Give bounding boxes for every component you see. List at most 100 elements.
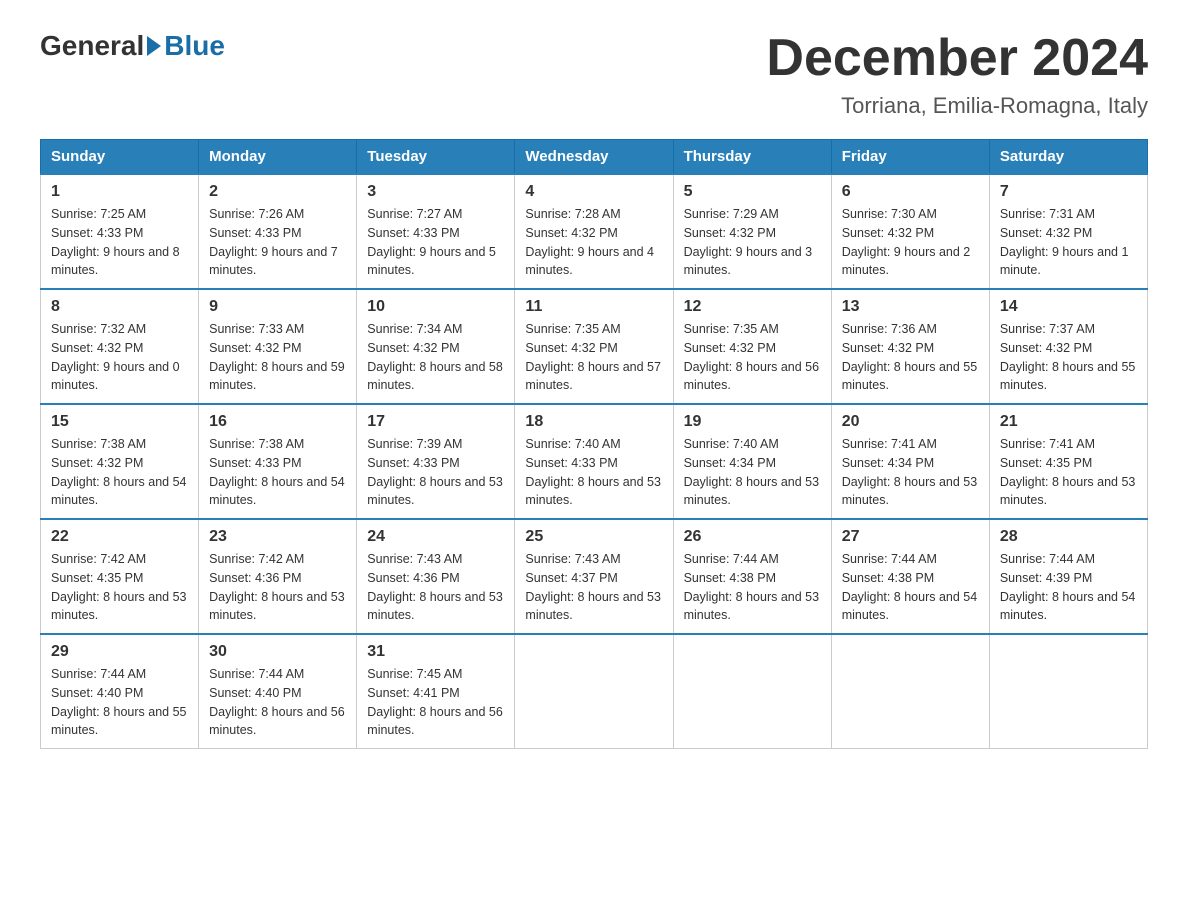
week-row-3: 15 Sunrise: 7:38 AMSunset: 4:32 PMDayligh… xyxy=(41,404,1148,519)
day-info: Sunrise: 7:35 AMSunset: 4:32 PMDaylight:… xyxy=(684,320,821,395)
calendar-cell xyxy=(989,634,1147,749)
day-number: 25 xyxy=(525,528,662,546)
calendar-cell: 20Sunrise: 7:41 AMSunset: 4:34 PMDayligh… xyxy=(831,404,989,519)
day-number: 29 xyxy=(51,643,188,661)
day-number: 19 xyxy=(684,413,821,431)
col-header-saturday: Saturday xyxy=(989,140,1147,175)
day-info: Sunrise: 7:37 AMSunset: 4:32 PMDaylight:… xyxy=(1000,320,1137,395)
calendar-cell: 7Sunrise: 7:31 AMSunset: 4:32 PMDaylight… xyxy=(989,174,1147,289)
calendar-cell: 13 Sunrise: 7:36 AMSunset: 4:32 PMDayligh… xyxy=(831,289,989,404)
calendar-cell: 16 Sunrise: 7:38 AMSunset: 4:33 PMDayligh… xyxy=(199,404,357,519)
day-number: 21 xyxy=(1000,413,1137,431)
logo-arrow-icon xyxy=(147,36,161,56)
calendar-cell: 19 Sunrise: 7:40 AMSunset: 4:34 PMDayligh… xyxy=(673,404,831,519)
calendar-cell: 4Sunrise: 7:28 AMSunset: 4:32 PMDaylight… xyxy=(515,174,673,289)
day-info: Sunrise: 7:26 AMSunset: 4:33 PMDaylight:… xyxy=(209,205,346,280)
day-info: Sunrise: 7:43 AMSunset: 4:36 PMDaylight:… xyxy=(367,550,504,625)
day-number: 5 xyxy=(684,183,821,201)
day-info: Sunrise: 7:44 AMSunset: 4:39 PMDaylight:… xyxy=(1000,550,1137,625)
day-number: 27 xyxy=(842,528,979,546)
day-info: Sunrise: 7:38 AMSunset: 4:32 PMDaylight:… xyxy=(51,435,188,510)
day-header-row: SundayMondayTuesdayWednesdayThursdayFrid… xyxy=(41,140,1148,175)
calendar-cell xyxy=(515,634,673,749)
day-info: Sunrise: 7:44 AMSunset: 4:38 PMDaylight:… xyxy=(842,550,979,625)
calendar-cell: 29 Sunrise: 7:44 AMSunset: 4:40 PMDayligh… xyxy=(41,634,199,749)
day-number: 26 xyxy=(684,528,821,546)
col-header-tuesday: Tuesday xyxy=(357,140,515,175)
day-number: 12 xyxy=(684,298,821,316)
day-info: Sunrise: 7:44 AMSunset: 4:40 PMDaylight:… xyxy=(51,665,188,740)
day-info: Sunrise: 7:28 AMSunset: 4:32 PMDaylight:… xyxy=(525,205,662,280)
day-number: 3 xyxy=(367,183,504,201)
calendar-cell: 6Sunrise: 7:30 AMSunset: 4:32 PMDaylight… xyxy=(831,174,989,289)
calendar-cell: 31Sunrise: 7:45 AMSunset: 4:41 PMDayligh… xyxy=(357,634,515,749)
calendar-cell: 26 Sunrise: 7:44 AMSunset: 4:38 PMDayligh… xyxy=(673,519,831,634)
day-info: Sunrise: 7:38 AMSunset: 4:33 PMDaylight:… xyxy=(209,435,346,510)
day-info: Sunrise: 7:44 AMSunset: 4:38 PMDaylight:… xyxy=(684,550,821,625)
calendar-cell: 10Sunrise: 7:34 AMSunset: 4:32 PMDayligh… xyxy=(357,289,515,404)
calendar-cell xyxy=(831,634,989,749)
calendar-table: SundayMondayTuesdayWednesdayThursdayFrid… xyxy=(40,139,1148,749)
day-number: 31 xyxy=(367,643,504,661)
day-number: 23 xyxy=(209,528,346,546)
calendar-cell: 8 Sunrise: 7:32 AMSunset: 4:32 PMDaylight… xyxy=(41,289,199,404)
calendar-cell: 1 Sunrise: 7:25 AMSunset: 4:33 PMDaylight… xyxy=(41,174,199,289)
logo-general-text: General xyxy=(40,30,144,62)
day-info: Sunrise: 7:33 AMSunset: 4:32 PMDaylight:… xyxy=(209,320,346,395)
day-info: Sunrise: 7:39 AMSunset: 4:33 PMDaylight:… xyxy=(367,435,504,510)
day-info: Sunrise: 7:31 AMSunset: 4:32 PMDaylight:… xyxy=(1000,205,1137,280)
day-info: Sunrise: 7:25 AMSunset: 4:33 PMDaylight:… xyxy=(51,205,188,280)
calendar-cell: 22 Sunrise: 7:42 AMSunset: 4:35 PMDayligh… xyxy=(41,519,199,634)
day-number: 13 xyxy=(842,298,979,316)
col-header-monday: Monday xyxy=(199,140,357,175)
week-row-1: 1 Sunrise: 7:25 AMSunset: 4:33 PMDaylight… xyxy=(41,174,1148,289)
col-header-wednesday: Wednesday xyxy=(515,140,673,175)
day-number: 30 xyxy=(209,643,346,661)
day-info: Sunrise: 7:44 AMSunset: 4:40 PMDaylight:… xyxy=(209,665,346,740)
week-row-2: 8 Sunrise: 7:32 AMSunset: 4:32 PMDaylight… xyxy=(41,289,1148,404)
day-number: 11 xyxy=(525,298,662,316)
day-info: Sunrise: 7:41 AMSunset: 4:35 PMDaylight:… xyxy=(1000,435,1137,510)
calendar-cell: 15 Sunrise: 7:38 AMSunset: 4:32 PMDayligh… xyxy=(41,404,199,519)
day-number: 1 xyxy=(51,183,188,201)
col-header-friday: Friday xyxy=(831,140,989,175)
header: General Blue December 2024 Torriana, Emi… xyxy=(40,30,1148,119)
day-number: 15 xyxy=(51,413,188,431)
day-info: Sunrise: 7:42 AMSunset: 4:35 PMDaylight:… xyxy=(51,550,188,625)
calendar-cell: 30 Sunrise: 7:44 AMSunset: 4:40 PMDayligh… xyxy=(199,634,357,749)
day-info: Sunrise: 7:36 AMSunset: 4:32 PMDaylight:… xyxy=(842,320,979,395)
day-info: Sunrise: 7:27 AMSunset: 4:33 PMDaylight:… xyxy=(367,205,504,280)
calendar-cell: 11Sunrise: 7:35 AMSunset: 4:32 PMDayligh… xyxy=(515,289,673,404)
day-number: 22 xyxy=(51,528,188,546)
day-info: Sunrise: 7:42 AMSunset: 4:36 PMDaylight:… xyxy=(209,550,346,625)
calendar-cell: 2Sunrise: 7:26 AMSunset: 4:33 PMDaylight… xyxy=(199,174,357,289)
calendar-cell: 5 Sunrise: 7:29 AMSunset: 4:32 PMDaylight… xyxy=(673,174,831,289)
logo-blue-text: Blue xyxy=(164,30,225,62)
day-number: 18 xyxy=(525,413,662,431)
calendar-cell: 27 Sunrise: 7:44 AMSunset: 4:38 PMDayligh… xyxy=(831,519,989,634)
day-info: Sunrise: 7:40 AMSunset: 4:33 PMDaylight:… xyxy=(525,435,662,510)
calendar-cell: 9 Sunrise: 7:33 AMSunset: 4:32 PMDaylight… xyxy=(199,289,357,404)
month-title: December 2024 xyxy=(766,30,1148,87)
calendar-cell xyxy=(673,634,831,749)
calendar-cell: 23 Sunrise: 7:42 AMSunset: 4:36 PMDayligh… xyxy=(199,519,357,634)
day-info: Sunrise: 7:32 AMSunset: 4:32 PMDaylight:… xyxy=(51,320,188,395)
day-number: 16 xyxy=(209,413,346,431)
calendar-cell: 3 Sunrise: 7:27 AMSunset: 4:33 PMDaylight… xyxy=(357,174,515,289)
day-info: Sunrise: 7:43 AMSunset: 4:37 PMDaylight:… xyxy=(525,550,662,625)
logo: General Blue xyxy=(40,30,225,62)
calendar-cell: 12 Sunrise: 7:35 AMSunset: 4:32 PMDayligh… xyxy=(673,289,831,404)
day-info: Sunrise: 7:41 AMSunset: 4:34 PMDaylight:… xyxy=(842,435,979,510)
day-number: 17 xyxy=(367,413,504,431)
title-area: December 2024 Torriana, Emilia-Romagna, … xyxy=(766,30,1148,119)
calendar-cell: 28Sunrise: 7:44 AMSunset: 4:39 PMDayligh… xyxy=(989,519,1147,634)
day-number: 9 xyxy=(209,298,346,316)
day-info: Sunrise: 7:40 AMSunset: 4:34 PMDaylight:… xyxy=(684,435,821,510)
calendar-cell: 25 Sunrise: 7:43 AMSunset: 4:37 PMDayligh… xyxy=(515,519,673,634)
calendar-cell: 14Sunrise: 7:37 AMSunset: 4:32 PMDayligh… xyxy=(989,289,1147,404)
week-row-5: 29 Sunrise: 7:44 AMSunset: 4:40 PMDayligh… xyxy=(41,634,1148,749)
day-info: Sunrise: 7:34 AMSunset: 4:32 PMDaylight:… xyxy=(367,320,504,395)
day-number: 8 xyxy=(51,298,188,316)
day-info: Sunrise: 7:29 AMSunset: 4:32 PMDaylight:… xyxy=(684,205,821,280)
week-row-4: 22 Sunrise: 7:42 AMSunset: 4:35 PMDayligh… xyxy=(41,519,1148,634)
